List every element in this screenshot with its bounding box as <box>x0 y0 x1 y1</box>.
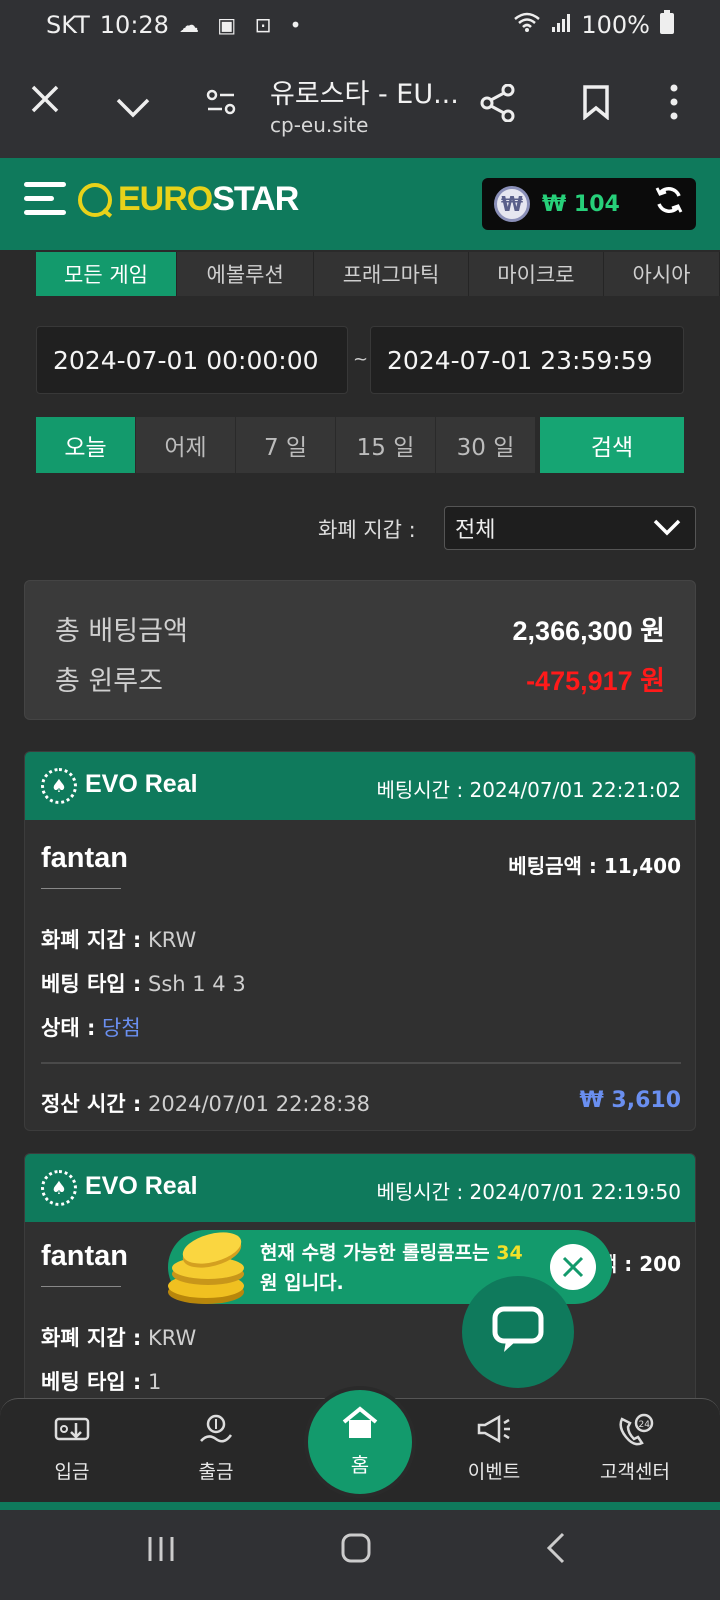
more-icon[interactable] <box>670 84 678 126</box>
date-separator: ~ <box>353 349 369 370</box>
bottom-accent-bar <box>0 1502 720 1510</box>
game-name: fantan <box>41 1240 128 1272</box>
svg-text:24: 24 <box>639 1420 651 1430</box>
nav-deposit[interactable]: 입금 <box>12 1413 132 1484</box>
won-coin-icon: ₩ <box>494 186 530 222</box>
support-24-icon: 24 <box>575 1413 695 1451</box>
search-button[interactable]: 검색 <box>540 417 684 473</box>
game-name: fantan <box>41 842 128 874</box>
back-icon[interactable] <box>546 1532 566 1573</box>
page-url[interactable]: cp-eu.site <box>270 113 368 137</box>
browser-toolbar: 유로스타 - EU... cp-eu.site <box>0 50 720 158</box>
clock: 10:28 <box>99 11 169 39</box>
balance-amount: ₩ 104 <box>542 191 620 217</box>
close-icon[interactable] <box>550 1244 596 1290</box>
bookmark-icon[interactable] <box>582 84 610 126</box>
yesterday-button[interactable]: 어제 <box>136 417 236 473</box>
bet-type-row: 베팅 타입 : Ssh 1 4 3 <box>41 972 246 996</box>
payout-amount: ₩ 3,610 <box>579 1088 681 1113</box>
carrier: SKT <box>46 11 90 39</box>
comp-amount: 34 <box>496 1242 523 1264</box>
home-system-icon[interactable] <box>340 1532 372 1573</box>
total-bet-label: 총 배팅금액 <box>55 616 188 647</box>
share-icon[interactable] <box>480 83 516 128</box>
divider <box>41 1062 681 1064</box>
page-title: 유로스타 - EU... <box>270 79 459 110</box>
total-bet-value: 2,366,300 원 <box>512 616 665 646</box>
game-name-underline <box>41 1286 121 1287</box>
game-name-underline <box>41 888 121 889</box>
bet-type-row: 베팅 타입 : 1 <box>41 1370 162 1394</box>
bet-time: 베팅시간 : 2024/07/01 22:21:02 <box>376 778 681 802</box>
close-icon[interactable] <box>30 84 60 120</box>
menu-icon[interactable] <box>24 182 66 224</box>
megaphone-icon <box>434 1413 554 1451</box>
nav-support[interactable]: 24 고객센터 <box>575 1413 695 1484</box>
chevron-down-icon <box>653 517 681 543</box>
currency-wallet-label: 화폐 지갑 : <box>318 518 416 542</box>
poker-chip-icon: ♠ <box>41 768 77 804</box>
total-winloss-label: 총 윈루즈 <box>55 666 163 697</box>
poker-chip-icon: ♠ <box>41 1170 77 1206</box>
logo-mark-icon <box>78 182 112 217</box>
currency-selected-value: 전체 <box>455 518 496 543</box>
wifi-icon <box>513 11 541 39</box>
settle-time-row: 정산 시간 : 2024/07/01 22:28:38 <box>41 1092 371 1116</box>
notification-icons: ☁ ▣ ⊡ • <box>178 13 308 37</box>
bet-time: 베팅시간 : 2024/07/01 22:19:50 <box>376 1180 681 1204</box>
site-header: EURO STAR ₩ ₩ 104 <box>0 158 720 250</box>
refresh-icon[interactable] <box>654 185 684 223</box>
nav-event[interactable]: 이벤트 <box>434 1413 554 1484</box>
date-to-input[interactable]: 2024-07-01 23:59:59 <box>370 326 684 394</box>
currency-row: 화폐 지갑 : KRW <box>41 1326 197 1350</box>
recent-apps-icon[interactable] <box>146 1532 176 1573</box>
signal-icon <box>551 11 571 39</box>
provider-name: EVO Real <box>85 770 198 798</box>
chat-button[interactable] <box>462 1276 574 1388</box>
nav-home[interactable]: 홈 <box>304 1386 416 1498</box>
bet-amount: 베팅금액 : 11,400 <box>508 854 681 878</box>
status-row: 상태 : 당첨 <box>41 1016 141 1040</box>
tab-micro[interactable]: 마이크로 <box>469 252 605 296</box>
tab-pragmatic[interactable]: 프래그마틱 <box>314 252 469 296</box>
bet-card[interactable]: ♠ EVO Real 베팅시간 : 2024/07/01 22:21:02 fa… <box>24 751 696 1131</box>
game-tabs: 모든 게임 에볼루션 프래그마틱 마이크로 아시아 <box>36 252 720 296</box>
today-button[interactable]: 오늘 <box>36 417 136 473</box>
wallet-balance: ₩ ₩ 104 <box>482 178 696 230</box>
summary-panel: 총 배팅금액 2,366,300 원 총 윈루즈 -475,917 원 <box>24 580 696 720</box>
status-bar: SKT 10:28 ☁ ▣ ⊡ • 100% <box>0 0 720 50</box>
chat-bubble-icon <box>492 1306 544 1358</box>
quick-range-buttons: 오늘 어제 7 일 15 일 30 일 검색 <box>36 417 684 473</box>
bet-card-header: ♠ EVO Real 베팅시간 : 2024/07/01 22:21:02 <box>25 752 695 820</box>
nav-withdraw[interactable]: 출금 <box>156 1413 276 1484</box>
date-from-input[interactable]: 2024-07-01 00:00:00 <box>36 326 348 394</box>
chevron-down-icon[interactable] <box>116 90 150 124</box>
site-settings-icon[interactable] <box>206 88 236 122</box>
system-nav-bar <box>0 1510 720 1600</box>
30-days-button[interactable]: 30 일 <box>436 417 536 473</box>
15-days-button[interactable]: 15 일 <box>336 417 436 473</box>
provider-name: EVO Real <box>85 1172 198 1200</box>
tab-evolution[interactable]: 에볼루션 <box>177 252 315 296</box>
gold-coins-icon <box>164 1228 254 1308</box>
withdraw-icon <box>156 1413 276 1451</box>
currency-wallet-select[interactable]: 전체 <box>444 506 696 550</box>
battery-icon <box>660 10 674 40</box>
home-icon <box>308 1406 412 1449</box>
logo[interactable]: EURO STAR <box>78 180 299 219</box>
7-days-button[interactable]: 7 일 <box>236 417 336 473</box>
bet-card-header: ♠ EVO Real 베팅시간 : 2024/07/01 22:19:50 <box>25 1154 695 1222</box>
battery-level: 100% <box>581 11 650 39</box>
currency-row: 화폐 지갑 : KRW <box>41 928 197 952</box>
status-badge: 당첨 <box>102 1016 141 1040</box>
deposit-icon <box>12 1413 132 1451</box>
tab-all-games[interactable]: 모든 게임 <box>36 252 178 296</box>
tab-asia[interactable]: 아시아 <box>604 252 720 296</box>
total-winloss-value: -475,917 원 <box>526 666 665 696</box>
